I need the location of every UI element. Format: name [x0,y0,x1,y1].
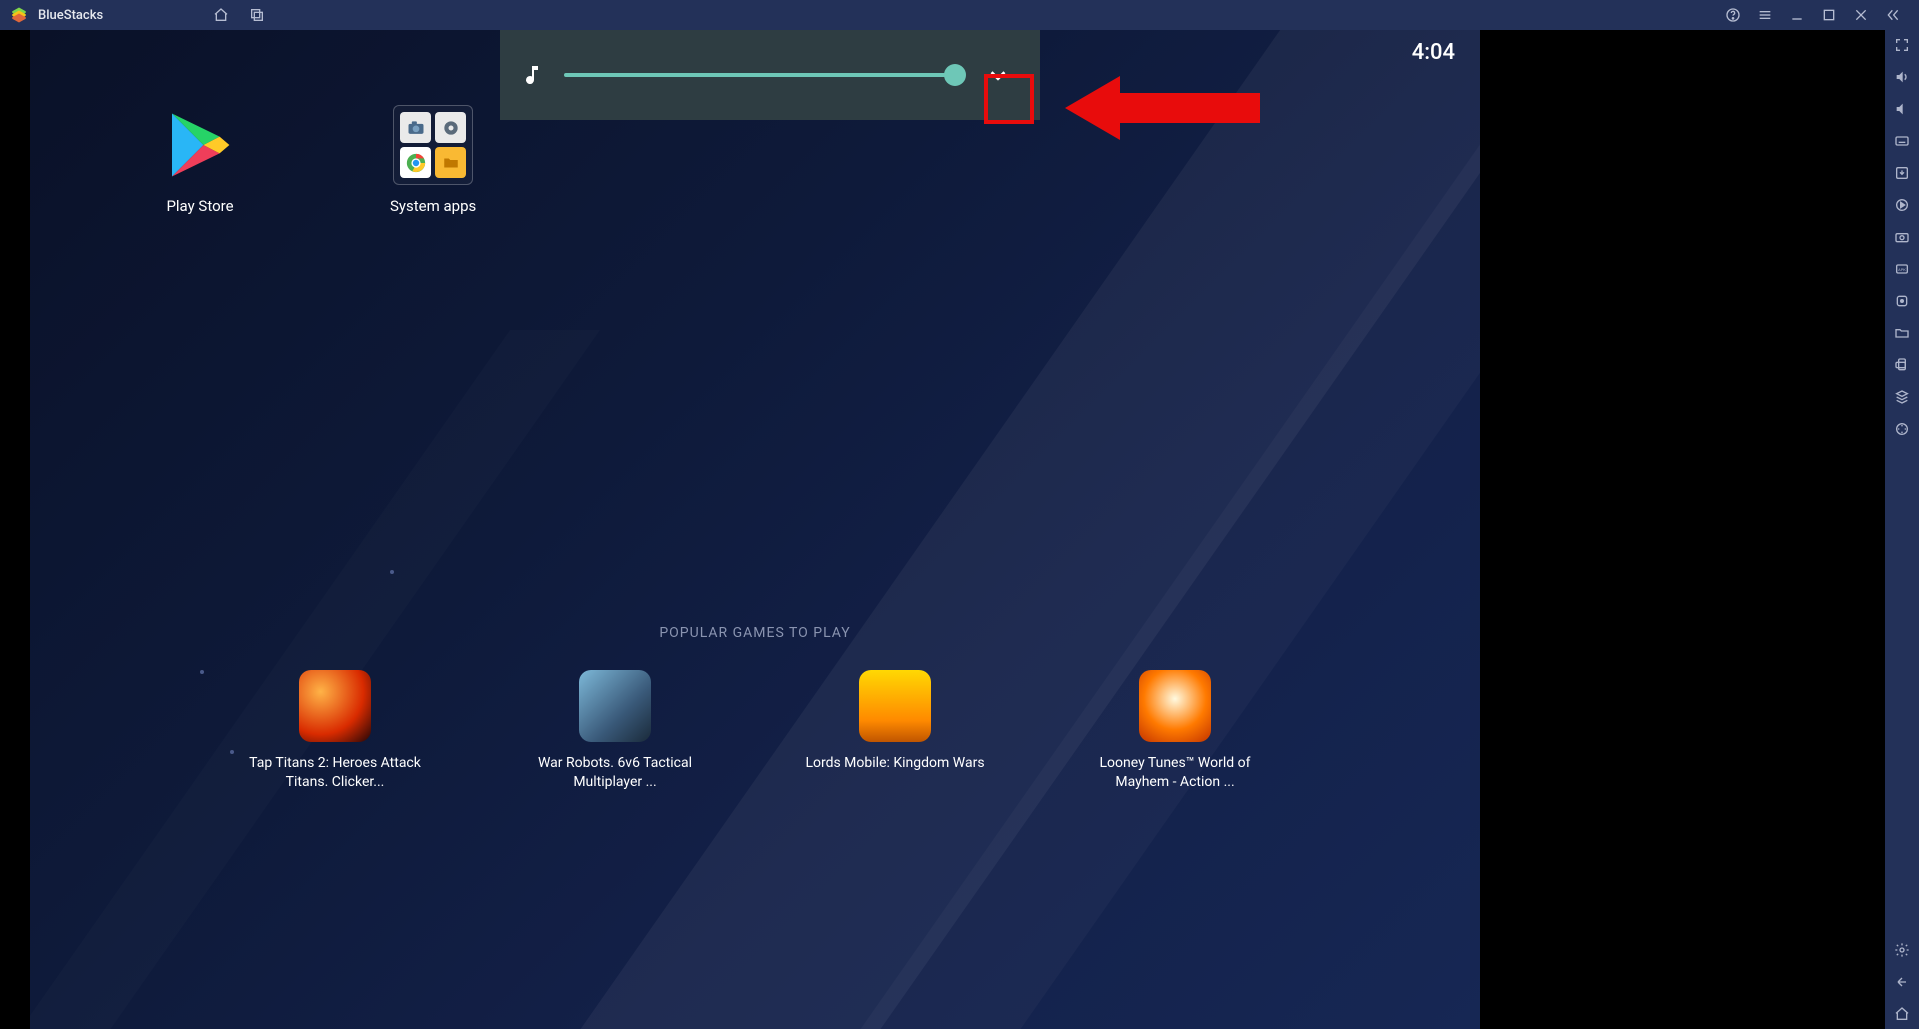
volume-thumb[interactable] [944,64,966,86]
menu-icon[interactable] [1757,7,1773,23]
game-title: Looney Tunes™ World of Mayhem - Action .… [1085,754,1265,792]
back-icon[interactable] [1893,973,1911,991]
popular-game[interactable]: Lords Mobile: Kingdom Wars [805,670,985,792]
emulator-desktop: 4:04 Play Store [30,30,1480,1029]
game-thumbnail [579,670,651,742]
record-icon[interactable] [1893,196,1911,214]
content-area: 4:04 Play Store [0,30,1885,1029]
game-title: Lords Mobile: Kingdom Wars [805,754,984,773]
apk-icon[interactable]: APK [1893,260,1911,278]
game-thumbnail [1139,670,1211,742]
left-margin [0,30,30,1029]
svg-text:APK: APK [1898,267,1906,272]
rotate-screen-icon[interactable] [1893,356,1911,374]
files-app-icon [435,147,466,178]
app-label: Play Store [166,197,233,215]
right-toolbar: APK [1885,30,1919,1029]
volume-slider[interactable] [564,73,956,77]
settings-icon[interactable] [1893,941,1911,959]
settings-app-icon [435,112,466,143]
main-area: 4:04 Play Store [0,30,1919,1029]
close-icon[interactable] [1853,7,1869,23]
volume-expand-button[interactable] [976,53,1020,97]
game-thumbnail [299,670,371,742]
game-title: Tap Titans 2: Heroes Attack Titans. Clic… [245,754,425,792]
volume-panel [500,30,1040,120]
bluestacks-logo-icon [10,6,28,24]
app-system-apps-folder[interactable]: System apps [390,105,476,215]
status-clock: 4:04 [1412,40,1455,65]
media-folder-icon[interactable] [1893,324,1911,342]
popular-games-header: POPULAR GAMES TO PLAY [30,625,1480,641]
popular-game[interactable]: Looney Tunes™ World of Mayhem - Action .… [1085,670,1265,792]
app-label: System apps [390,197,476,215]
collapse-sidebar-icon[interactable] [1885,7,1901,23]
chevron-down-icon [987,64,1009,86]
popular-game[interactable]: War Robots. 6v6 Tactical Multiplayer ... [525,670,705,792]
keymap-icon[interactable] [1893,132,1911,150]
game-thumbnail [859,670,931,742]
game-controls-icon[interactable] [1893,420,1911,438]
app-grid: Play Store [160,105,476,215]
volume-down-icon[interactable] [1893,100,1911,118]
folder-icon [393,105,473,185]
multi-instance-icon[interactable] [1893,388,1911,406]
lock-rotation-icon[interactable] [1893,292,1911,310]
camera-app-icon [400,112,431,143]
screenshot-icon[interactable] [1893,228,1911,246]
app-title: BlueStacks [38,8,103,23]
play-store-icon [160,105,240,185]
home-icon[interactable] [213,7,229,23]
multi-instance-icon[interactable] [249,7,265,23]
music-note-icon [520,60,544,90]
titlebar: BlueStacks [0,0,1919,30]
popular-game[interactable]: Tap Titans 2: Heroes Attack Titans. Clic… [245,670,425,792]
install-apk-icon[interactable] [1893,164,1911,182]
home-nav-icon[interactable] [1893,1005,1911,1023]
popular-games-row: Tap Titans 2: Heroes Attack Titans. Clic… [30,670,1480,792]
help-icon[interactable] [1725,7,1741,23]
maximize-icon[interactable] [1821,7,1837,23]
fullscreen-icon[interactable] [1893,36,1911,54]
chrome-app-icon [400,147,431,178]
bg-decoration [390,570,394,574]
volume-up-icon[interactable] [1893,68,1911,86]
game-title: War Robots. 6v6 Tactical Multiplayer ... [525,754,705,792]
app-play-store[interactable]: Play Store [160,105,240,215]
minimize-icon[interactable] [1789,7,1805,23]
